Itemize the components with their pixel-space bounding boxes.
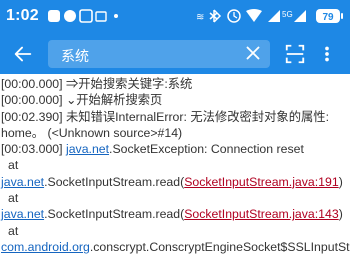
arrow-left-icon[interactable] — [12, 43, 34, 65]
stack-at: at — [8, 223, 19, 238]
log-line: home。 (<Unknown source>#14) — [1, 125, 183, 140]
package-link[interactable]: java.net — [1, 207, 44, 221]
stack-at: at — [8, 191, 19, 206]
status-bar: 1:02 ≋ 5G 79 — [0, 0, 350, 34]
notification-icons — [48, 9, 118, 23]
more-vert-icon[interactable] — [320, 43, 334, 65]
stack-frame: com.android.org.conscrypt.ConscryptEngin… — [0, 239, 350, 255]
search-input-value[interactable]: 系统 — [61, 46, 89, 66]
source-link[interactable]: SocketInputStream.java:143 — [184, 207, 339, 221]
search-log: [00:00.000] ⇒开始搜索关键字:系统 [00:00.000] ⌄开始解… — [0, 76, 350, 260]
log-line: [00:00.000] ⇒开始搜索关键字:系统 — [1, 77, 193, 91]
search-input[interactable]: 系统 — [48, 40, 270, 68]
stack-at: at — [8, 158, 19, 173]
log-text: .SocketInputStream.read( — [44, 207, 185, 222]
search-toolbar: 系统 — [0, 34, 350, 74]
log-line: [00:03.000] java.net.SocketException: Co… — [0, 141, 350, 157]
source-link[interactable]: SocketInputStream.java:191 — [184, 175, 339, 189]
close-icon[interactable] — [242, 42, 264, 64]
stack-frame: java.net.SocketInputStream.read(SocketIn… — [0, 174, 350, 190]
package-link[interactable]: java.net — [1, 175, 44, 189]
log-text: .SocketInputStream.read( — [44, 174, 185, 189]
log-timestamp: [00:03.000] — [1, 142, 66, 157]
log-text: .SocketException: Connection reset — [109, 142, 304, 157]
log-text: ) — [338, 207, 343, 222]
scan-icon[interactable] — [284, 43, 306, 65]
log-line: [00:02.390] 未知错误InternalError: 无法修改密封对象的… — [1, 109, 329, 124]
system-status-icons: ≋ 5G 79 — [196, 9, 343, 23]
log-line: [00:00.000] ⌄开始解析搜索页 — [1, 93, 163, 108]
battery-level: 79 — [322, 12, 334, 23]
log-text: .conscrypt.ConscryptEngineSocket$SSLInpu… — [89, 239, 350, 254]
log-text: ) — [338, 174, 343, 189]
svg-text:≋: ≋ — [196, 12, 204, 23]
status-time: 1:02 — [6, 7, 39, 24]
stack-frame: java.net.SocketInputStream.read(SocketIn… — [0, 206, 350, 222]
package-link[interactable]: com.android.org — [1, 240, 90, 254]
package-link[interactable]: java.net — [66, 142, 109, 156]
svg-text:5G: 5G — [282, 10, 293, 19]
